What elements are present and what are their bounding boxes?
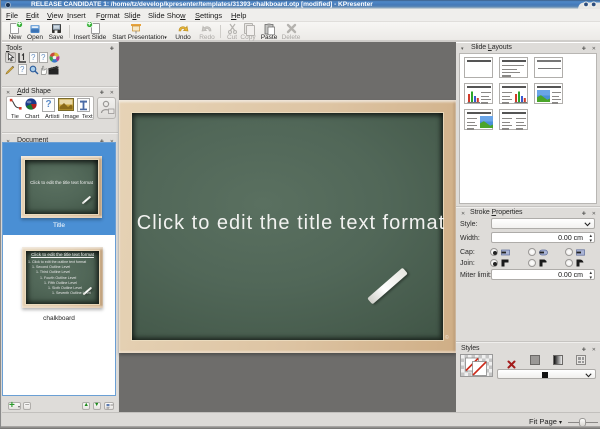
svg-text:?: ? — [31, 53, 36, 62]
svg-text:?: ? — [41, 53, 46, 62]
svg-text:?: ? — [20, 65, 25, 74]
